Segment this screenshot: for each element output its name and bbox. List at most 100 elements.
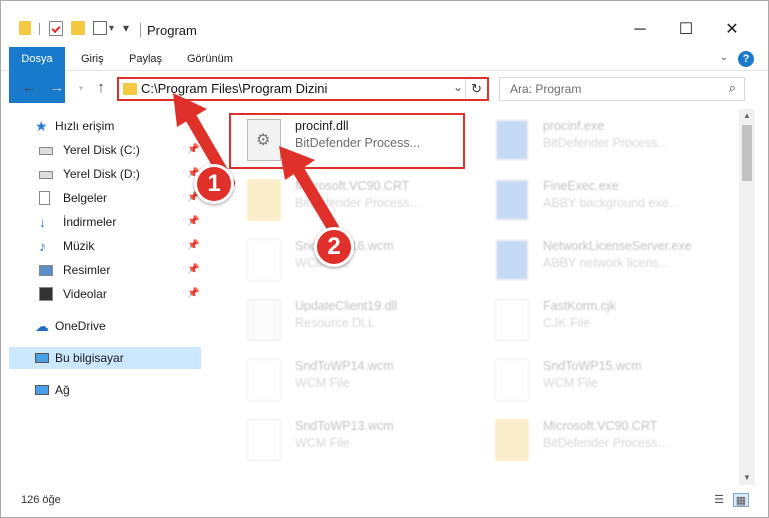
details-view-icon[interactable]: ☰ <box>711 493 727 507</box>
tab-home[interactable]: Giriş <box>71 47 114 71</box>
item-count: 126 öğe <box>21 494 61 506</box>
vertical-scrollbar[interactable]: ▲ ▼ <box>739 109 755 485</box>
file-icon <box>495 359 529 401</box>
list-item[interactable]: FastKorm.cjk CJK File <box>477 293 717 349</box>
help-icon[interactable]: ? <box>738 51 754 67</box>
scroll-down-icon[interactable]: ▼ <box>739 471 755 485</box>
pin-icon[interactable]: 📌 <box>187 283 199 305</box>
file-icon <box>495 299 529 341</box>
sidebar-item-label: Ağ <box>55 383 70 397</box>
music-icon: ♪ <box>39 238 46 254</box>
computer-icon <box>35 353 49 363</box>
pictures-icon <box>39 265 53 276</box>
back-button[interactable]: ← <box>19 78 39 98</box>
title-divider <box>140 23 141 37</box>
file-name: SndToWP15.wcm <box>543 359 642 373</box>
folder-icon <box>495 419 529 461</box>
title-bar: ▾ ▾ Program ─ ☐ ✕ <box>1 1 768 45</box>
drive-icon <box>39 171 53 179</box>
folder-icon <box>123 83 137 95</box>
sidebar-item-label: Resimler <box>63 263 111 277</box>
download-icon: ↓ <box>39 214 46 230</box>
file-name: SndToWP13.wcm <box>295 419 394 433</box>
refresh-button[interactable]: ↻ <box>465 79 487 99</box>
list-item[interactable]: SndToWP13.wcm WCM File <box>229 413 469 469</box>
sidebar-item-onedrive[interactable]: ☁ OneDrive <box>1 315 201 337</box>
close-button[interactable]: ✕ <box>709 15 755 45</box>
file-description: WCM File <box>543 376 598 390</box>
file-description: CJK File <box>543 316 591 330</box>
forward-button[interactable]: → <box>47 78 67 98</box>
close-icon: ✕ <box>725 21 739 38</box>
dll-gear-icon <box>247 299 281 341</box>
minimize-button[interactable]: ─ <box>617 15 663 45</box>
sidebar-item-label: Yerel Disk (C:) <box>63 143 140 157</box>
list-item[interactable]: Microsoft.VC90.CRT BitDefender Process..… <box>477 413 717 469</box>
search-input[interactable]: Ara: Program <box>510 82 581 96</box>
file-name: FastKorm.cjk <box>543 299 616 313</box>
drive-icon <box>39 147 53 155</box>
tab-share[interactable]: Paylaş <box>119 47 172 71</box>
sidebar-item-label: OneDrive <box>55 319 106 333</box>
file-name: SndToWP14.wcm <box>295 359 394 373</box>
search-icon[interactable]: ⌕ <box>729 80 736 96</box>
sidebar-item-network[interactable]: Ağ <box>1 379 201 401</box>
file-description: BitDefender Process... <box>543 136 669 150</box>
list-item[interactable]: FineExec.exe ABBY background exe... <box>477 173 717 229</box>
address-dropdown-icon[interactable]: ⌄ <box>453 80 463 94</box>
window-title: Program <box>147 23 197 38</box>
scroll-up-icon[interactable]: ▲ <box>739 109 755 123</box>
forward-arrow-icon: → <box>49 79 65 96</box>
ribbon-tabs: Dosya Giriş Paylaş Görünüm ⌄ ? <box>1 47 768 103</box>
video-icon <box>39 287 53 301</box>
toolbar-divider <box>39 23 40 35</box>
list-item[interactable]: UpdateClient19.dll Resource DLL <box>229 293 469 349</box>
scrollbar-thumb[interactable] <box>742 125 752 181</box>
refresh-icon: ↻ <box>471 81 482 96</box>
up-arrow-icon: ↑ <box>97 79 105 96</box>
sidebar-item-label: Belgeler <box>63 191 108 205</box>
maximize-button[interactable]: ☐ <box>663 15 709 45</box>
file-name: procinf.exe <box>543 119 605 133</box>
list-item[interactable]: SndToWP14.wcm WCM File <box>229 353 469 409</box>
documents-icon <box>39 191 50 205</box>
file-name: UpdateClient19.dll <box>295 299 398 313</box>
file-description: WCM File <box>295 376 350 390</box>
file-description: BitDefender Process... <box>543 436 669 450</box>
file-description: ABBY network licens... <box>543 256 670 270</box>
folder-icon <box>19 21 31 35</box>
file-name: NetworkLicenseServer.exe <box>543 239 692 253</box>
exe-icon <box>495 119 529 161</box>
sidebar-item-label: Hızlı erişim <box>55 119 115 133</box>
sidebar-item-videos[interactable]: Videolar 📌 <box>1 283 201 305</box>
step-badge-2: 2 <box>314 227 354 267</box>
list-item[interactable]: NetworkLicenseServer.exe ABBY network li… <box>477 233 717 289</box>
chevron-down-icon: ▾ <box>78 83 84 93</box>
status-bar: 126 öğe ☰ ▦ <box>1 487 768 517</box>
properties-icon[interactable] <box>49 21 63 36</box>
sidebar-item-label: İndirmeler <box>63 215 117 229</box>
cloud-icon: ☁ <box>35 318 49 334</box>
list-item[interactable]: SndToWP15.wcm WCM File <box>477 353 717 409</box>
list-item[interactable]: procinf.exe BitDefender Process... <box>477 113 717 169</box>
up-button[interactable]: ↑ <box>91 78 111 98</box>
ribbon-expand-icon[interactable]: ⌄ <box>720 52 728 63</box>
search-box[interactable]: Ara: Program ⌕ <box>499 77 745 101</box>
maximize-icon: ☐ <box>678 21 694 38</box>
sidebar-item-label: Videolar <box>63 287 107 301</box>
tab-view[interactable]: Görünüm <box>177 47 243 71</box>
recent-locations-button[interactable]: ▾ <box>71 78 91 98</box>
sidebar-item-label: Bu bilgisayar <box>55 351 124 365</box>
file-description: WCM File <box>295 436 350 450</box>
file-name: Microsoft.VC90.CRT <box>543 419 658 433</box>
new-folder-icon[interactable] <box>71 21 85 35</box>
qa-dropdown-icon[interactable]: ▾ <box>123 21 129 41</box>
dropdown-chevron-icon[interactable]: ▾ <box>109 23 114 43</box>
large-icons-view-icon[interactable]: ▦ <box>733 493 749 507</box>
explorer-window: ▾ ▾ Program ─ ☐ ✕ Dosya Giriş Paylaş Gör… <box>0 0 769 518</box>
customize-toolbar-icon[interactable] <box>93 21 107 35</box>
file-icon <box>247 359 281 401</box>
sidebar-item-this-pc[interactable]: Bu bilgisayar <box>9 347 201 369</box>
minimize-icon: ─ <box>634 21 646 38</box>
sidebar-item-label: Müzik <box>63 239 95 253</box>
